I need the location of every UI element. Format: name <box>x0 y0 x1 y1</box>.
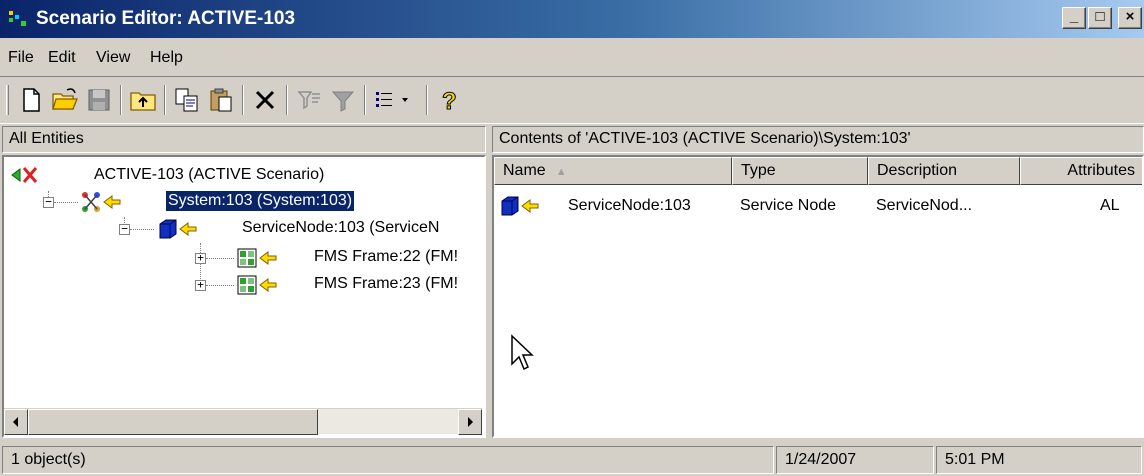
tree-item-label-selected: System:103 (System:103) <box>164 190 356 212</box>
tree-item-label: ServiceNode:103 (ServiceN <box>242 219 440 236</box>
tree-connector <box>54 202 78 203</box>
system-icon <box>82 192 121 212</box>
toolbar-separator <box>242 85 244 115</box>
fms-frame-icon <box>237 248 277 268</box>
app-icon <box>9 11 26 26</box>
column-label: Attributes <box>1067 162 1135 179</box>
tree-item-root[interactable]: ACTIVE-103 (ACTIVE Scenario) <box>10 163 470 189</box>
toolbar-grip[interactable] <box>6 85 9 115</box>
cell-name: ServiceNode:103 <box>568 197 691 214</box>
help-button[interactable]: ? <box>434 85 464 116</box>
contents-list[interactable]: Name ▲ Type Description Attributes Servic… <box>492 155 1144 438</box>
fms-frame-icon <box>237 275 277 295</box>
left-pane-header: All Entities <box>2 126 486 153</box>
new-button[interactable] <box>16 85 46 115</box>
status-time: 5:01 PM <box>936 446 1142 474</box>
tree-connector <box>206 258 234 259</box>
tree-item-label: ACTIVE-103 (ACTIVE Scenario) <box>94 166 325 183</box>
column-label: Description <box>877 162 958 179</box>
toolbar: ? <box>0 76 1144 124</box>
scroll-right-button[interactable] <box>458 409 482 435</box>
column-header-name[interactable]: Name ▲ <box>494 157 732 185</box>
service-node-icon <box>159 219 197 239</box>
view-list-icon <box>376 92 408 107</box>
tree-item-fms-frame-22[interactable]: FMS Frame:22 (FM! <box>236 245 484 271</box>
scroll-left-button[interactable] <box>4 409 28 435</box>
tree-horizontal-scrollbar[interactable] <box>4 408 482 435</box>
column-label: Type <box>741 162 776 179</box>
mouse-cursor-icon <box>511 334 534 371</box>
sort-ascending-icon: ▲ <box>555 166 567 178</box>
column-header-description[interactable]: Description <box>868 157 1020 185</box>
paste-button[interactable] <box>206 85 236 115</box>
expand-toggle[interactable]: + <box>195 279 206 291</box>
scenario-editor-window: Scenario Editor: ACTIVE-103 _ □ × File E… <box>0 0 1144 476</box>
new-document-icon <box>23 88 40 112</box>
column-header-type[interactable]: Type <box>732 157 868 185</box>
toolbar-separator <box>286 85 288 115</box>
status-date: 1/24/2007 <box>776 446 934 474</box>
filter-settings-button[interactable] <box>294 85 324 115</box>
delete-button[interactable] <box>250 85 280 115</box>
menu-edit[interactable]: Edit <box>48 49 76 67</box>
toolbar-separator <box>120 85 122 115</box>
toolbar-separator <box>426 85 428 115</box>
cell-description: ServiceNod... <box>876 197 973 214</box>
view-mode-dropdown[interactable] <box>372 85 420 115</box>
filter-funnel-icon <box>331 91 355 112</box>
maximize-icon: □ <box>1095 8 1105 25</box>
minimize-icon: _ <box>1069 8 1079 25</box>
scroll-thumb[interactable] <box>28 409 318 435</box>
tree-item-fms-frame-23[interactable]: FMS Frame:23 (FM! <box>236 272 484 298</box>
minimize-button[interactable]: _ <box>1062 7 1086 29</box>
menu-file[interactable]: File <box>8 49 34 67</box>
column-label: Name <box>503 162 546 179</box>
close-icon: × <box>1125 8 1135 25</box>
menu-help[interactable]: Help <box>150 49 183 67</box>
up-folder-icon <box>130 92 156 111</box>
filter-settings-icon <box>297 91 320 110</box>
status-bar: 1 object(s) 1/24/2007 5:01 PM <box>0 442 1144 476</box>
menu-view[interactable]: View <box>96 49 130 67</box>
tree-item-system[interactable]: System:103 (System:103) <box>80 189 460 215</box>
scroll-right-arrow-icon <box>468 417 473 427</box>
open-folder-icon <box>52 88 78 110</box>
cell-type: Service Node <box>740 197 837 214</box>
filter-button[interactable] <box>328 85 358 115</box>
menu-bar: File Edit View Help <box>0 40 1144 74</box>
paste-icon <box>210 88 232 112</box>
copy-button[interactable] <box>172 85 202 115</box>
tree-connector <box>206 285 234 286</box>
collapse-toggle[interactable]: − <box>119 223 130 235</box>
tree-item-label: FMS Frame:22 (FM! <box>314 248 459 265</box>
tree-connector <box>130 229 154 230</box>
window-title: Scenario Editor: ACTIVE-103 <box>36 8 296 29</box>
open-button[interactable] <box>50 85 80 115</box>
status-object-count: 1 object(s) <box>2 446 774 474</box>
up-folder-button[interactable] <box>128 85 158 115</box>
tree-item-servicenode[interactable]: ServiceNode:103 (ServiceN <box>156 216 484 242</box>
scroll-left-arrow-icon <box>13 417 18 427</box>
right-pane-header: Contents of 'ACTIVE-103 (ACTIVE Scenario… <box>492 126 1144 153</box>
tree-item-label: FMS Frame:23 (FM! <box>314 275 459 292</box>
save-disk-icon <box>88 89 110 111</box>
title-bar[interactable]: Scenario Editor: ACTIVE-103 _ □ × <box>0 0 1144 38</box>
delete-x-icon <box>255 90 275 110</box>
entity-tree[interactable]: ACTIVE-103 (ACTIVE Scenario) − System:10… <box>2 155 486 438</box>
save-button[interactable] <box>84 85 114 115</box>
svg-text:?: ? <box>442 88 457 115</box>
column-header-attributes[interactable]: Attributes <box>1020 157 1142 185</box>
copy-icon <box>175 88 198 112</box>
close-button[interactable]: × <box>1118 7 1142 29</box>
toolbar-separator <box>164 85 166 115</box>
service-node-icon <box>501 196 539 216</box>
collapse-toggle[interactable]: − <box>43 196 54 208</box>
cell-attributes: AL <box>1100 197 1120 214</box>
expand-toggle[interactable]: + <box>195 252 206 264</box>
maximize-button[interactable]: □ <box>1088 7 1112 29</box>
toolbar-separator <box>364 85 366 115</box>
scenario-icon <box>11 167 38 183</box>
help-question-icon: ? <box>442 88 458 116</box>
